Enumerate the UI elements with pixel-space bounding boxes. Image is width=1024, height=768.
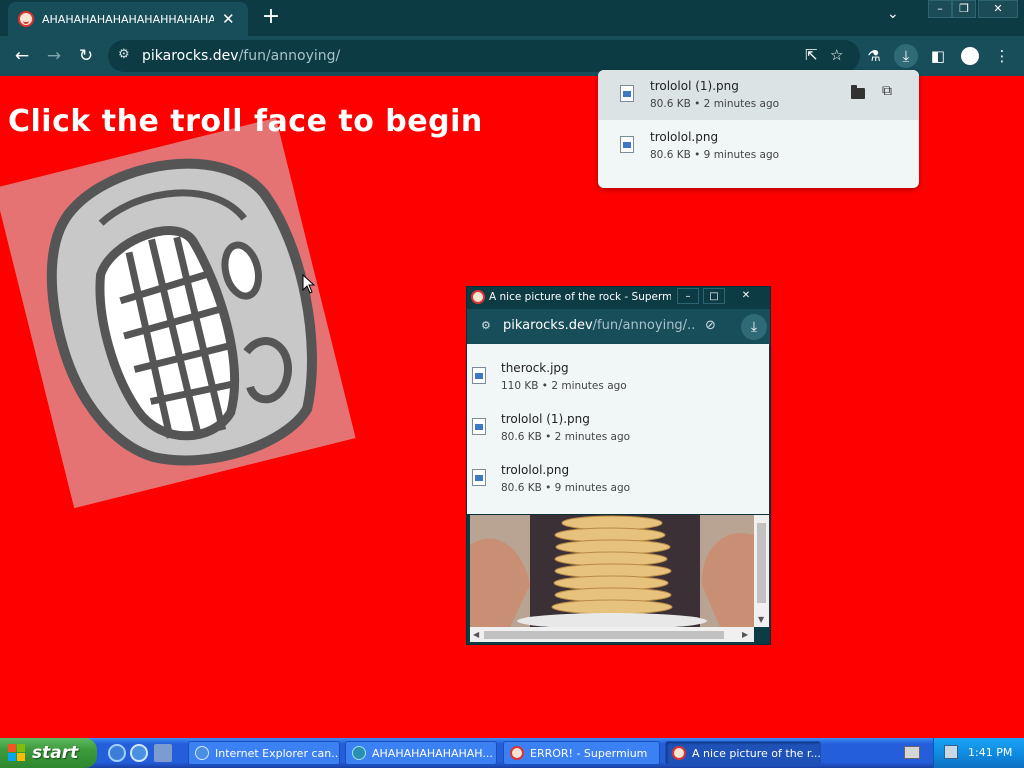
forward-button[interactable]: → xyxy=(42,44,66,68)
site-info-icon[interactable]: ⚙ xyxy=(481,319,491,332)
download-meta: 80.6 KB • 9 minutes ago xyxy=(501,482,631,494)
start-label: start xyxy=(32,743,79,763)
image-file-icon xyxy=(620,136,634,153)
page-headline: Click the troll face to begin xyxy=(8,104,483,139)
troll-face-icon xyxy=(46,158,317,466)
tab-close-icon[interactable]: ✕ xyxy=(222,10,235,28)
start-button[interactable]: start xyxy=(0,738,97,768)
network-icon[interactable] xyxy=(944,745,958,759)
download-meta: 80.6 KB • 2 minutes ago xyxy=(501,431,631,443)
popup-horizontal-scrollbar[interactable]: ◀ ▶ xyxy=(470,627,754,642)
popup-maximize-button[interactable]: □ xyxy=(703,288,725,304)
download-filename: trololol.png xyxy=(650,130,719,144)
reload-button[interactable]: ↻ xyxy=(74,44,98,68)
download-item[interactable]: trololol (1).png 80.6 KB • 2 minutes ago… xyxy=(598,70,919,120)
site-info-icon[interactable]: ⚙ xyxy=(118,47,130,62)
open-external-icon[interactable]: ⧉ xyxy=(882,83,892,99)
download-item[interactable]: trololol.png 80.6 KB • 9 minutes ago xyxy=(598,121,919,171)
profile-icon[interactable] xyxy=(958,44,982,68)
download-item[interactable]: trololol (1).png 80.6 KB • 2 minutes ago xyxy=(467,403,769,453)
taskbar: start Internet Explorer can... AHAHAHAHA… xyxy=(0,738,1024,768)
address-host: pikarocks.dev xyxy=(142,48,239,64)
taskbar-item[interactable]: A nice picture of the r... xyxy=(665,741,821,765)
troll-favicon-icon xyxy=(672,746,686,760)
windows-flag-icon xyxy=(8,744,26,762)
popup-address-bar: ⚙ pikarocks.dev/fun/annoying/... ⊘ ⤓ xyxy=(467,309,770,345)
internet-explorer-icon[interactable] xyxy=(108,744,126,762)
image-file-icon xyxy=(472,367,486,384)
window-close-button[interactable]: ✕ xyxy=(978,0,1018,18)
system-tray: 1:41 PM xyxy=(933,738,1024,768)
popup-url[interactable]: pikarocks.dev/fun/annoying/... xyxy=(503,318,695,333)
taskbar-item-label: A nice picture of the r... xyxy=(692,746,820,760)
pancake-stack-image xyxy=(470,515,754,627)
image-file-icon xyxy=(472,469,486,486)
browser-titlebar: AHAHAHAHAHAHAHAHHAHAHAHAHAHAHAHA ✕ + ⌄ –… xyxy=(0,0,1024,36)
taskbar-item-label: Internet Explorer can... xyxy=(215,746,339,760)
labs-flask-icon[interactable]: ⚗ xyxy=(862,44,886,68)
supermium-icon xyxy=(352,746,366,760)
popup-titlebar[interactable]: A nice picture of the rock - Supermium –… xyxy=(467,287,770,307)
download-icon[interactable]: ⤓ xyxy=(741,314,767,340)
tab-active[interactable]: AHAHAHAHAHAHAHAHHAHAHAHAHAHAHAHA ✕ xyxy=(8,2,248,36)
mouse-cursor-icon xyxy=(302,274,316,294)
troll-favicon-icon xyxy=(471,290,485,304)
taskbar-item-label: AHAHAHAHAHAHAH... xyxy=(372,746,493,760)
back-button[interactable]: ← xyxy=(10,44,34,68)
side-panel-icon[interactable]: ◧ xyxy=(926,44,950,68)
popup-url-host: pikarocks.dev xyxy=(503,318,593,333)
popup-window: A nice picture of the rock - Supermium –… xyxy=(466,286,771,645)
menu-kebab-icon[interactable]: ⋮ xyxy=(990,44,1014,68)
window-minimize-button[interactable]: – xyxy=(928,0,952,18)
download-filename: trololol (1).png xyxy=(650,79,739,93)
taskbar-item[interactable]: Internet Explorer can... xyxy=(188,741,340,765)
image-file-icon xyxy=(620,85,634,102)
troll-favicon-icon xyxy=(18,11,34,27)
address-bar[interactable]: ⚙ pikarocks.dev/fun/annoying/ ⇱ ☆ xyxy=(108,40,860,72)
keyboard-icon[interactable] xyxy=(904,746,920,759)
troll-face-image[interactable] xyxy=(0,117,356,509)
tab-search-chevron-icon[interactable]: ⌄ xyxy=(887,6,899,22)
download-filename: trololol.png xyxy=(501,463,570,477)
download-item[interactable]: trololol.png 80.6 KB • 9 minutes ago xyxy=(467,454,769,504)
star-icon[interactable]: ☆ xyxy=(830,46,843,64)
download-meta: 80.6 KB • 9 minutes ago xyxy=(650,149,780,161)
tab-title: AHAHAHAHAHAHAHAHHAHAHAHAHAHAHAHA xyxy=(42,12,214,26)
taskbar-item-label: ERROR! - Supermium xyxy=(530,746,648,760)
internet-explorer-icon xyxy=(195,746,209,760)
taskbar-item[interactable]: AHAHAHAHAHAHAH... xyxy=(345,741,497,765)
popup-title: A nice picture of the rock - Supermium xyxy=(489,291,671,303)
popup-close-button[interactable]: ✕ xyxy=(731,288,761,304)
share-icon[interactable]: ⇱ xyxy=(805,46,818,64)
clock[interactable]: 1:41 PM xyxy=(968,746,1012,759)
download-meta: 110 KB • 2 minutes ago xyxy=(501,380,627,392)
popup-vertical-scrollbar[interactable]: ▼ xyxy=(754,515,769,627)
download-icon[interactable]: ⤓ xyxy=(894,44,918,68)
download-meta: 80.6 KB • 2 minutes ago xyxy=(650,98,780,110)
popup-downloads-list: therock.jpg 110 KB • 2 minutes ago trolo… xyxy=(467,344,769,514)
new-tab-button[interactable]: + xyxy=(258,4,284,29)
folder-icon[interactable] xyxy=(851,85,865,99)
popup-url-path: /fun/annoying/... xyxy=(592,318,695,333)
troll-favicon-icon xyxy=(510,746,524,760)
popup-minimize-button[interactable]: – xyxy=(677,288,699,304)
camera-blocked-icon[interactable]: ⊘ xyxy=(705,318,716,333)
download-filename: trololol (1).png xyxy=(501,412,590,426)
address-url[interactable]: pikarocks.dev/fun/annoying/ xyxy=(142,48,340,64)
window-restore-button[interactable]: ❐ xyxy=(952,0,976,18)
browser-quicklaunch-icon[interactable] xyxy=(130,744,148,762)
download-item[interactable]: therock.jpg 110 KB • 2 minutes ago xyxy=(467,352,769,402)
taskbar-item[interactable]: ERROR! - Supermium xyxy=(503,741,660,765)
image-file-icon xyxy=(472,418,486,435)
show-desktop-icon[interactable] xyxy=(154,744,172,762)
downloads-bubble: trololol (1).png 80.6 KB • 2 minutes ago… xyxy=(598,70,919,188)
rock-picture xyxy=(470,515,754,627)
address-path: /fun/annoying/ xyxy=(238,48,341,64)
download-filename: therock.jpg xyxy=(501,361,569,375)
